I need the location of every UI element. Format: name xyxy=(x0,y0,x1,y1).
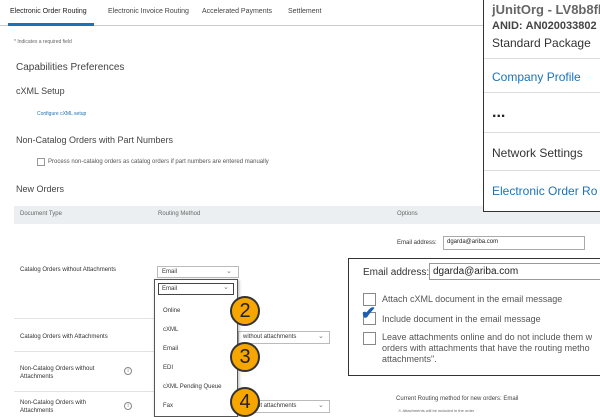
info-icon[interactable]: i xyxy=(124,367,132,375)
dropdown-option-cxml[interactable]: cXML xyxy=(163,327,178,333)
dropdown-option-email[interactable]: Email xyxy=(163,346,178,352)
routing-method-dropdown[interactable]: Email ⌄ Online cXML Email EDI cXML Pendi… xyxy=(154,279,238,417)
row-divider xyxy=(14,391,154,392)
include-document-label: Include document in the email message xyxy=(382,314,541,324)
chevron-down-icon: ⌄ xyxy=(318,402,324,409)
attachment-warning: ⚠ Attachments will be included in the or… xyxy=(398,408,475,413)
step-badge-3: 3 xyxy=(230,342,260,372)
noncatalog-checkbox-label: Process non-catalog orders as catalog or… xyxy=(48,159,269,165)
package-name: Standard Package xyxy=(492,36,591,50)
electronic-order-routing-link[interactable]: Electronic Order Ro xyxy=(492,184,597,198)
anid-value: AN020033802 xyxy=(525,20,597,32)
email-options-zoom: Email address: dgarda@ariba.com Attach c… xyxy=(348,258,600,376)
noncatalog-title: Non-Catalog Orders with Part Numbers xyxy=(16,135,174,145)
capabilities-title: Capabilities Preferences xyxy=(16,62,125,73)
more-icon[interactable]: ... xyxy=(492,104,505,122)
row-divider xyxy=(14,318,154,319)
cxml-setup-title: cXML Setup xyxy=(16,86,65,96)
attachment-warning-text: Attachments will be included in the orde… xyxy=(402,408,475,413)
info-icon[interactable]: i xyxy=(124,402,132,410)
leave-attachments-checkbox[interactable] xyxy=(363,332,376,345)
email-address-label: Email address: xyxy=(397,240,437,246)
org-name: jUnitOrg - LV8b8fb xyxy=(492,2,600,17)
tab-accelerated-payments[interactable]: Accelerated Payments xyxy=(202,8,272,15)
network-settings-item[interactable]: Network Settings xyxy=(492,146,583,160)
company-profile-link[interactable]: Company Profile xyxy=(492,70,581,84)
attachment-select[interactable]: without attachments xyxy=(238,331,330,344)
required-note: * Indicates a required field xyxy=(14,39,72,45)
dropdown-option-edi[interactable]: EDI xyxy=(163,365,173,371)
divider xyxy=(484,92,600,93)
anid-label: ANID: xyxy=(492,20,523,32)
dropdown-option-fax[interactable]: Fax xyxy=(163,403,173,409)
checkmark-icon: ✔ xyxy=(361,303,377,323)
table-row-label: Non-Catalog Orders with Attachments xyxy=(20,400,87,414)
divider xyxy=(484,58,600,59)
row-divider xyxy=(14,351,154,352)
account-menu-zoom: jUnitOrg - LV8b8fb ANID: AN020033802 Sta… xyxy=(483,0,600,212)
tab-settlement[interactable]: Settlement xyxy=(288,8,321,15)
step-badge-2: 2 xyxy=(230,296,260,326)
attach-cxml-label: Attach cXML document in the email messag… xyxy=(382,294,563,304)
leave-attachments-label: Leave attachments online and do not incl… xyxy=(382,332,593,364)
header-document-type: Document Type xyxy=(20,211,62,217)
header-options: Options xyxy=(397,211,418,217)
chevron-down-icon: ⌄ xyxy=(223,284,229,291)
zoom-email-input[interactable]: dgarda@ariba.com xyxy=(429,263,600,280)
divider xyxy=(484,132,600,133)
table-row-label: Catalog Orders with Attachments xyxy=(20,334,108,340)
active-tab-indicator xyxy=(8,23,94,26)
chevron-down-icon: ⌄ xyxy=(226,268,232,275)
table-row-label: Catalog Orders without Attachments xyxy=(20,267,117,273)
current-routing-text: Current Routing method for new orders: E… xyxy=(396,396,519,402)
header-routing-method: Routing Method xyxy=(158,211,201,217)
table-row-label: Non-Catalog Orders without Attachments xyxy=(20,366,95,380)
zoom-email-label: Email address: xyxy=(363,267,430,278)
chevron-down-icon: ⌄ xyxy=(318,333,324,340)
dropdown-option-online[interactable]: Online xyxy=(163,308,180,314)
noncatalog-checkbox[interactable] xyxy=(37,158,45,166)
new-orders-title: New Orders xyxy=(16,184,65,194)
tab-electronic-order-routing[interactable]: Electronic Order Routing xyxy=(10,8,87,15)
anid: ANID: AN020033802 xyxy=(492,20,597,32)
dropdown-option-cxml-pending-queue[interactable]: cXML Pending Queue xyxy=(163,384,221,390)
tab-electronic-invoice-routing[interactable]: Electronic Invoice Routing xyxy=(108,8,189,15)
configure-cxml-link[interactable]: Configure cXML setup xyxy=(37,111,86,117)
email-address-input[interactable]: dgarda@ariba.com xyxy=(443,236,585,250)
divider xyxy=(484,170,600,171)
step-badge-4: 4 xyxy=(230,387,260,417)
